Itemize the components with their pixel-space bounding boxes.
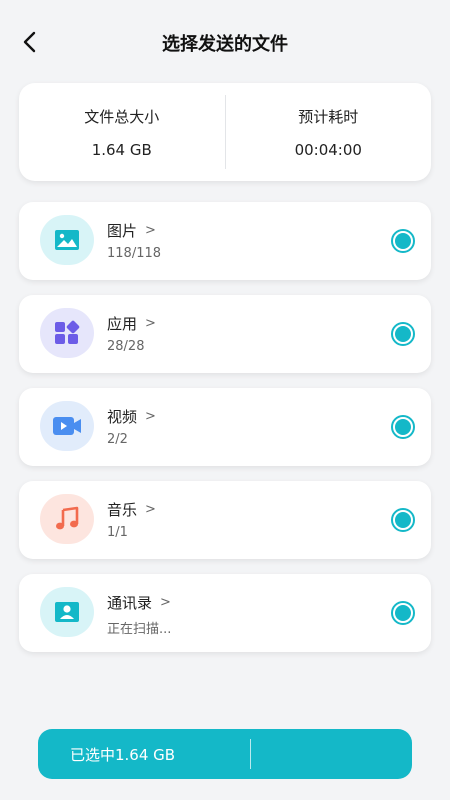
chevron-right-icon: > <box>160 595 171 610</box>
category-name-row[interactable]: 图片 > <box>107 220 156 241</box>
category-count: 1/1 <box>107 525 128 540</box>
category-card-contacts[interactable]: 通讯录 > 正在扫描... <box>19 574 431 652</box>
category-name-row[interactable]: 应用 > <box>107 313 156 334</box>
select-radio[interactable] <box>391 601 415 625</box>
estimated-time-label: 预计耗时 <box>298 107 359 126</box>
category-card-music[interactable]: 音乐 > 1/1 <box>19 481 431 559</box>
category-card-apps[interactable]: 应用 > 28/28 <box>19 295 431 373</box>
radio-dot <box>395 233 411 249</box>
category-name-row[interactable]: 音乐 > <box>107 499 156 520</box>
chevron-right-icon: > <box>145 223 156 238</box>
category-name: 通讯录 <box>107 594 153 612</box>
select-radio[interactable] <box>391 229 415 253</box>
select-radio[interactable] <box>391 415 415 439</box>
radio-dot <box>395 326 411 342</box>
radio-dot <box>395 605 411 621</box>
total-size-section: 文件总大小 1.64 GB <box>19 106 225 159</box>
top-bar: 选择发送的文件 <box>0 0 450 80</box>
category-status: 正在扫描... <box>107 622 172 637</box>
category-name-row[interactable]: 视频 > <box>107 406 156 427</box>
apps-icon <box>40 308 94 358</box>
select-radio[interactable] <box>391 508 415 532</box>
category-name-row[interactable]: 通讯录 > <box>107 592 171 613</box>
category-name: 应用 <box>107 315 138 333</box>
total-size-value: 1.64 GB <box>91 140 152 159</box>
select-radio[interactable] <box>391 322 415 346</box>
chevron-right-icon: > <box>145 502 156 517</box>
category-card-videos[interactable]: 视频 > 2/2 <box>19 388 431 466</box>
chevron-right-icon: > <box>145 316 156 331</box>
video-icon <box>40 401 94 451</box>
contacts-icon <box>40 587 94 637</box>
page-title: 选择发送的文件 <box>162 34 288 55</box>
radio-dot <box>395 419 411 435</box>
selected-size-label: 已选中1.64 GB <box>70 745 176 764</box>
category-card-images[interactable]: 图片 > 118/118 <box>19 202 431 280</box>
radio-dot <box>395 512 411 528</box>
total-size-label: 文件总大小 <box>84 107 160 126</box>
send-bar[interactable]: 已选中1.64 GB <box>38 729 412 779</box>
category-name: 音乐 <box>107 501 138 519</box>
category-count: 2/2 <box>107 432 128 447</box>
estimated-time-section: 预计耗时 00:04:00 <box>226 106 432 159</box>
estimated-time-value: 00:04:00 <box>294 140 362 159</box>
category-count: 28/28 <box>107 339 145 354</box>
music-icon <box>40 494 94 544</box>
category-name: 图片 <box>107 222 138 240</box>
category-name: 视频 <box>107 408 138 426</box>
image-icon <box>40 215 94 265</box>
summary-card: 文件总大小 1.64 GB 预计耗时 00:04:00 <box>19 83 431 181</box>
category-count: 118/118 <box>107 246 162 261</box>
send-bar-divider <box>250 739 251 769</box>
chevron-right-icon: > <box>145 409 156 424</box>
